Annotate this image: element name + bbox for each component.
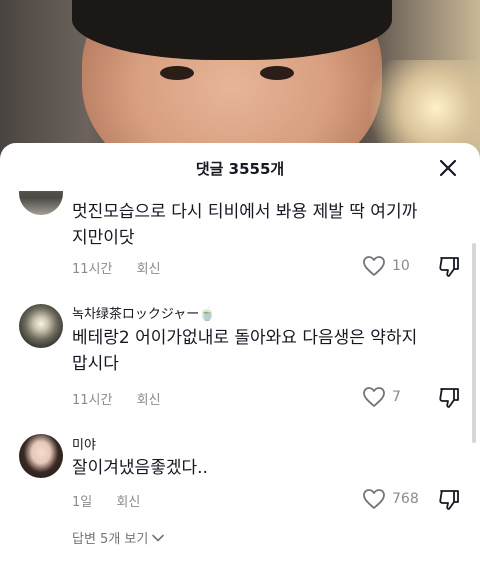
avatar[interactable] — [19, 434, 63, 478]
reply-button[interactable]: 회신 — [137, 262, 161, 277]
close-button[interactable] — [436, 156, 460, 180]
heart-icon — [363, 489, 385, 509]
dislike-button[interactable] — [437, 386, 461, 410]
heart-icon — [363, 256, 385, 276]
comment-time: 11시간 — [72, 393, 113, 408]
close-icon — [439, 159, 457, 177]
comment-text: 잘이겨냈음좋겠다.. — [72, 455, 432, 481]
comment-author[interactable]: 녹차绿茶ロックジャー🍵 — [72, 303, 215, 322]
like-button[interactable]: 7 — [362, 386, 401, 408]
dislike-icon — [439, 490, 459, 510]
comment-time: 1일 — [72, 495, 93, 510]
video-eye-right — [260, 66, 294, 80]
video-eye-left — [160, 66, 194, 80]
view-replies-button[interactable]: 답변 5개 보기 — [72, 528, 165, 547]
comment-text-line: 지만이닷 — [72, 228, 135, 248]
heart-icon — [363, 387, 385, 407]
dislike-button[interactable] — [437, 255, 461, 279]
avatar[interactable] — [19, 304, 63, 348]
scrollbar[interactable] — [472, 243, 476, 443]
comment-text-line: 멋진모습으로 다시 티비에서 봐용 제발 딱 여기까 — [72, 202, 418, 222]
comment-author[interactable]: 미야 — [72, 434, 96, 453]
reply-button[interactable]: 회신 — [137, 393, 161, 408]
comment-text-line: 베테랑2 어이가없내로 돌아와요 다음생은 약하지 — [72, 328, 418, 348]
comments-count-title: 댓글 3555개 — [195, 160, 285, 178]
reply-button[interactable]: 회신 — [116, 495, 140, 510]
dislike-icon — [439, 257, 459, 277]
like-count: 7 — [392, 389, 401, 405]
view-replies-label: 답변 5개 보기 — [72, 532, 149, 547]
comment-text: 멋진모습으로 다시 티비에서 봐용 제발 딱 여기까 지만이닷 — [72, 199, 432, 251]
comment-meta: 11시간 회신 — [72, 258, 161, 277]
comment-text-line: 맙시다 — [72, 354, 119, 374]
comment-text: 베테랑2 어이가없내로 돌아와요 다음생은 약하지 맙시다 — [72, 325, 432, 377]
like-button[interactable]: 768 — [362, 488, 419, 510]
dislike-button[interactable] — [437, 488, 461, 512]
comments-sheet: 댓글 3555개 멋진모습으로 다시 티비에서 봐용 제발 딱 여기까 지만이닷… — [0, 143, 480, 562]
like-count: 10 — [392, 258, 410, 274]
comment-time: 11시간 — [72, 262, 113, 277]
like-button[interactable]: 10 — [362, 255, 410, 277]
dislike-icon — [439, 388, 459, 408]
comment-text-line: 잘이겨냈음좋겠다.. — [72, 458, 208, 478]
chevron-down-icon — [152, 534, 165, 541]
comment-meta: 11시간 회신 — [72, 389, 161, 408]
sheet-header: 댓글 3555개 — [0, 143, 480, 193]
comment-meta: 1일 회신 — [72, 491, 140, 510]
like-count: 768 — [392, 491, 419, 507]
